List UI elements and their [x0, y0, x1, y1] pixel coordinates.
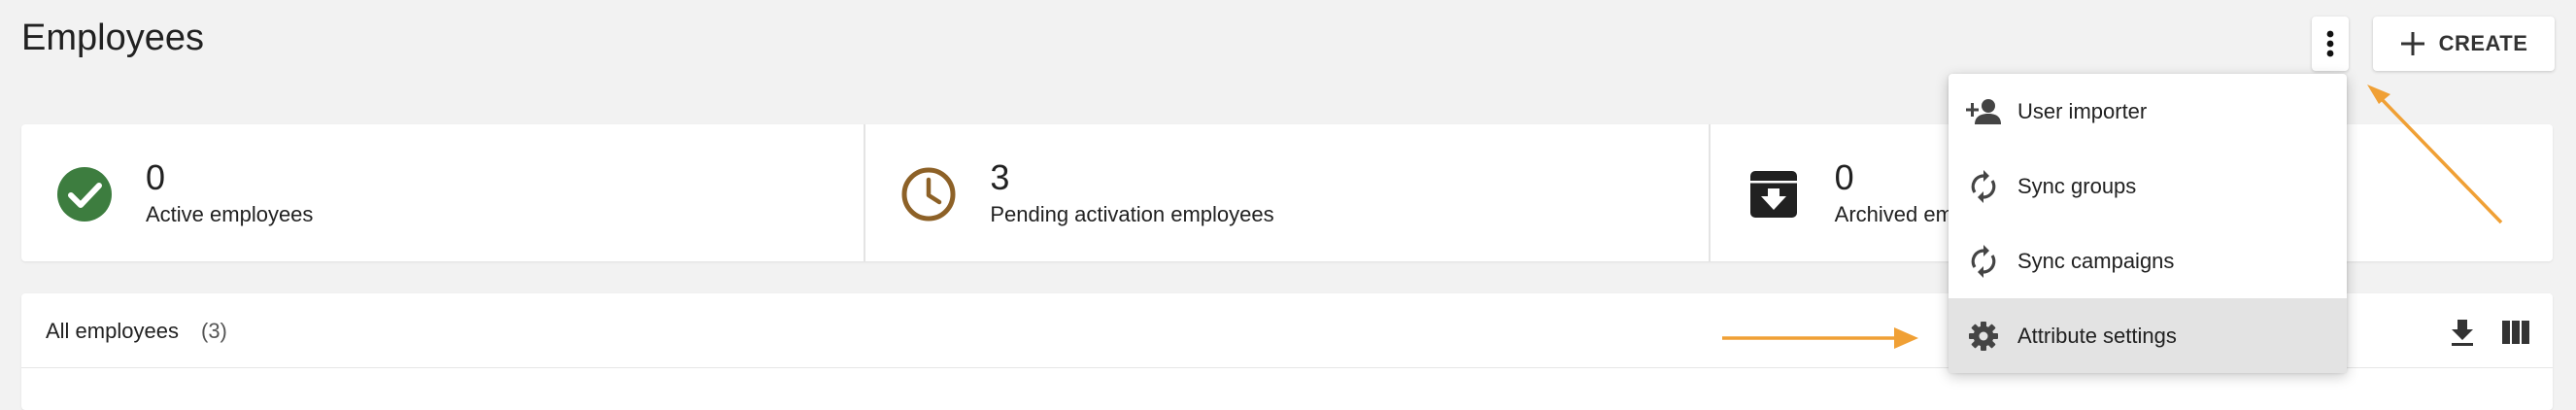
sync-icon: [1966, 169, 2001, 204]
menu-item-label: Sync groups: [2017, 173, 2137, 198]
menu-item-label: User importer: [2017, 98, 2148, 123]
page-title: Employees: [21, 17, 204, 58]
stat-value: 0: [1834, 157, 1854, 197]
create-button-label: CREATE: [2438, 31, 2528, 55]
menu-item-label: Sync campaigns: [2017, 248, 2175, 273]
columns-button[interactable]: [2496, 313, 2535, 352]
menu-item-sync-groups[interactable]: Sync groups: [1949, 149, 2347, 223]
view-columns-icon: [2502, 321, 2529, 344]
annotation-arrowhead: [2367, 85, 2390, 104]
person-add-icon: [1966, 94, 2001, 129]
archive-icon: [1749, 171, 1797, 218]
check-circle-icon: [57, 167, 112, 222]
plus-icon: [2400, 32, 2424, 55]
stat-value: 0: [146, 157, 166, 197]
stat-pending-activation[interactable]: 3 Pending activation employees: [864, 124, 1708, 261]
menu-item-attribute-settings[interactable]: Attribute settings: [1949, 298, 2347, 373]
more-vert-icon: [2326, 30, 2334, 57]
sync-icon: [1966, 244, 2001, 279]
stat-value: 3: [990, 157, 1010, 197]
list-title: All employees: [46, 319, 179, 343]
clock-icon: [901, 167, 956, 222]
more-options-button[interactable]: [2312, 17, 2349, 71]
menu-item-user-importer[interactable]: User importer: [1949, 74, 2347, 149]
stat-label: Active employees: [146, 202, 314, 226]
more-options-menu: User importer Sync groups Sync campaigns: [1949, 74, 2347, 373]
gear-icon: [1966, 319, 2001, 354]
download-icon: [2452, 320, 2473, 346]
stat-label: Pending activation employees: [990, 202, 1274, 226]
stat-active-employees[interactable]: 0 Active employees: [21, 124, 864, 261]
list-count: (3): [201, 319, 227, 343]
download-button[interactable]: [2443, 313, 2482, 352]
menu-item-sync-campaigns[interactable]: Sync campaigns: [1949, 223, 2347, 298]
menu-item-label: Attribute settings: [2017, 323, 2177, 348]
create-button[interactable]: CREATE: [2373, 17, 2555, 71]
